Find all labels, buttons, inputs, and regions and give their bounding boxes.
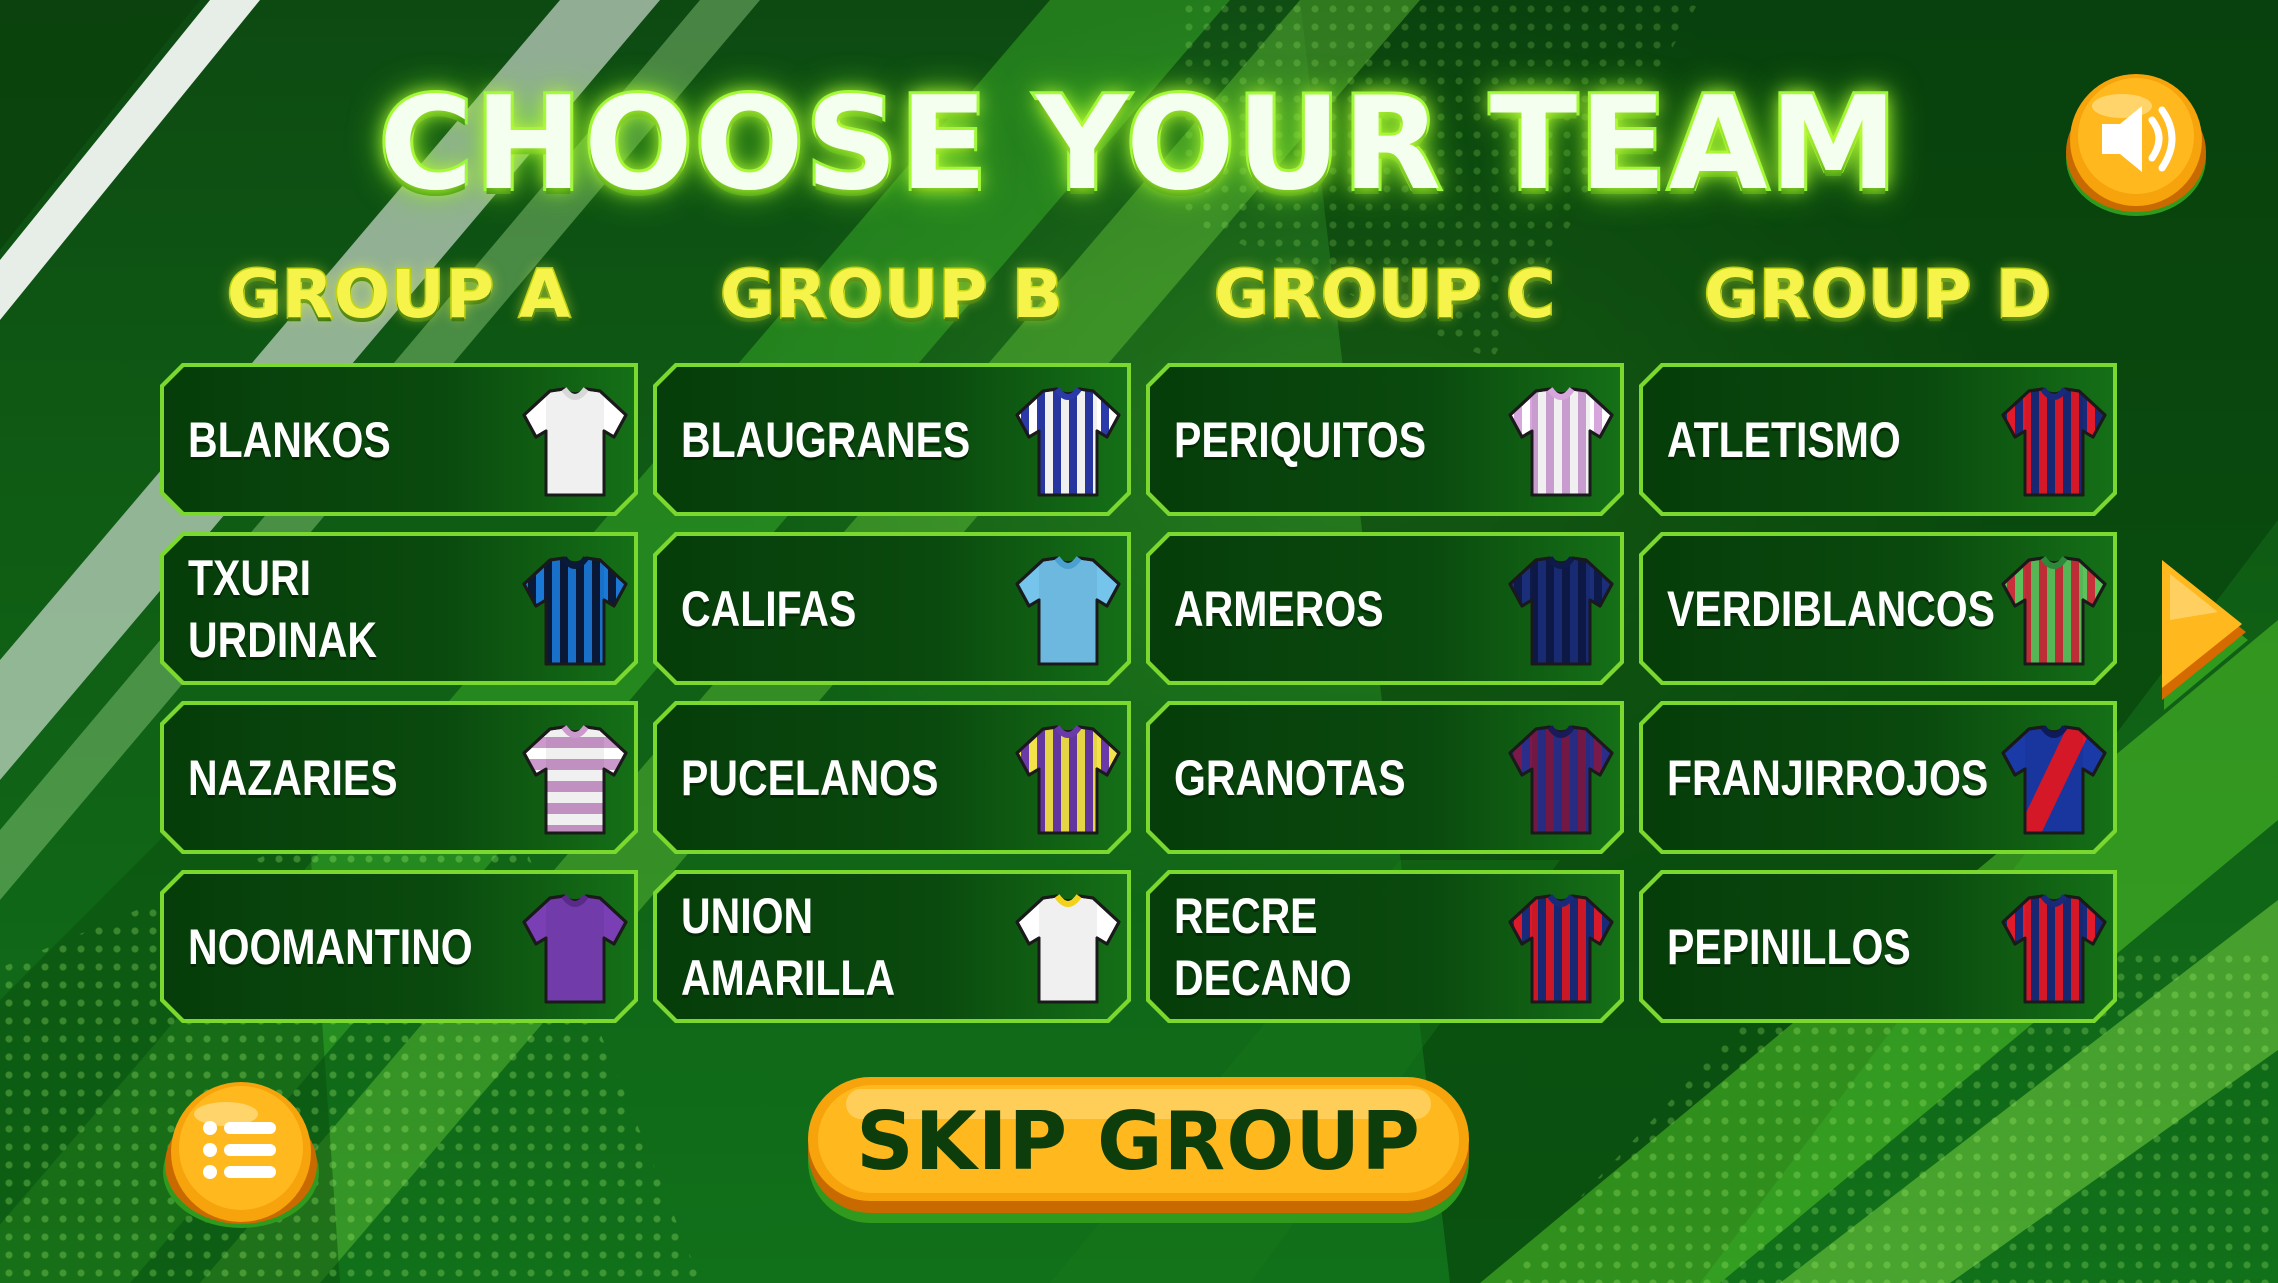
jersey-red-navy-stripes-icon xyxy=(1506,892,1616,1007)
team-name: ARMEROS xyxy=(1174,580,1384,637)
team-card-panel: TXURI URDINAK xyxy=(164,536,634,681)
team-card-panel: ARMEROS xyxy=(1150,536,1620,681)
team-card-panel: FRANJIRROJOS xyxy=(1643,705,2113,850)
team-card[interactable]: TXURI URDINAK xyxy=(160,532,638,685)
team-card-panel: PERIQUITOS xyxy=(1150,367,1620,512)
skip-group-label: SKIP GROUP xyxy=(856,1095,1421,1188)
team-name: NOOMANTINO xyxy=(188,918,473,975)
team-card-panel: BLAUGRANES xyxy=(657,367,1127,512)
team-card-panel: RECRE DECANO xyxy=(1150,874,1620,1019)
team-card-panel: PEPINILLOS xyxy=(1643,874,2113,1019)
jersey-navy-maroon-stripes-icon xyxy=(1506,723,1616,838)
team-card[interactable]: UNION AMARILLA xyxy=(653,870,1131,1023)
team-name: FRANJIRROJOS xyxy=(1667,749,1989,806)
jersey-blue-white-stripes-icon xyxy=(1013,385,1123,500)
team-card-panel: GRANOTAS xyxy=(1150,705,1620,850)
next-page-button[interactable] xyxy=(2158,560,2254,720)
team-card-panel: CALIFAS xyxy=(657,536,1127,681)
team-card[interactable]: CALIFAS xyxy=(653,532,1131,685)
sound-toggle-button[interactable] xyxy=(2062,72,2210,220)
menu-button[interactable] xyxy=(160,1080,322,1230)
team-card[interactable]: GRANOTAS xyxy=(1146,701,1624,854)
team-name: VERDIBLANCOS xyxy=(1667,580,1996,637)
group-a-header: GROUP A xyxy=(225,255,572,335)
jersey-white-yellow-trim-icon xyxy=(1013,892,1123,1007)
next-arrow-icon xyxy=(2162,560,2248,710)
team-card-panel: PUCELANOS xyxy=(657,705,1127,850)
team-name: RECRE DECANO xyxy=(1174,887,1352,1006)
choose-team-screen: CHOOSE YOUR TEAM GROUP A GROUP B GROUP C… xyxy=(0,0,2278,1283)
team-card[interactable]: RECRE DECANO xyxy=(1146,870,1624,1023)
team-name: BLANKOS xyxy=(188,411,391,468)
team-card-panel: NOOMANTINO xyxy=(164,874,634,1019)
team-card[interactable]: PERIQUITOS xyxy=(1146,363,1624,516)
team-card[interactable]: PEPINILLOS xyxy=(1639,870,2117,1023)
group-c-header: GROUP C xyxy=(1213,255,1556,335)
jersey-purple-yellow-stripes-icon xyxy=(1013,723,1123,838)
jersey-blue-black-stripes-icon xyxy=(520,554,630,669)
team-card-panel: VERDIBLANCOS xyxy=(1643,536,2113,681)
jersey-sky-blue-icon xyxy=(1013,554,1123,669)
list-menu-icon xyxy=(163,1082,319,1228)
team-card[interactable]: BLANKOS xyxy=(160,363,638,516)
team-card[interactable]: ATLETISMO xyxy=(1639,363,2117,516)
team-card-panel: BLANKOS xyxy=(164,367,634,512)
jersey-red-navy-stripes-icon xyxy=(1999,892,2109,1007)
team-name: PERIQUITOS xyxy=(1174,411,1427,468)
jersey-red-navy-stripes-icon xyxy=(1999,385,2109,500)
team-name: UNION AMARILLA xyxy=(681,887,896,1006)
jersey-purple-icon xyxy=(520,892,630,1007)
group-b-header: GROUP B xyxy=(719,255,1064,335)
jersey-blue-red-sash-icon xyxy=(1999,723,2109,838)
page-title: CHOOSE YOUR TEAM xyxy=(376,67,1900,222)
team-card[interactable]: PUCELANOS xyxy=(653,701,1131,854)
jersey-white-icon xyxy=(520,385,630,500)
team-name: NAZARIES xyxy=(188,749,398,806)
jersey-green-red-stripes-icon xyxy=(1999,554,2109,669)
skip-group-button[interactable]: SKIP GROUP xyxy=(806,1075,1471,1225)
team-card[interactable]: ARMEROS xyxy=(1146,532,1624,685)
team-name: ATLETISMO xyxy=(1667,411,1901,468)
group-d-header: GROUP D xyxy=(1703,255,2053,335)
team-name: TXURI URDINAK xyxy=(188,549,378,668)
team-card[interactable]: NAZARIES xyxy=(160,701,638,854)
team-name: CALIFAS xyxy=(681,580,857,637)
team-name: PUCELANOS xyxy=(681,749,939,806)
jersey-navy-stripes-icon xyxy=(1506,554,1616,669)
jersey-pink-white-stripes-icon xyxy=(1506,385,1616,500)
team-name: BLAUGRANES xyxy=(681,411,971,468)
team-name: PEPINILLOS xyxy=(1667,918,1911,975)
team-card-panel: ATLETISMO xyxy=(1643,367,2113,512)
team-card[interactable]: BLAUGRANES xyxy=(653,363,1131,516)
team-card[interactable]: VERDIBLANCOS xyxy=(1639,532,2117,685)
team-card-panel: UNION AMARILLA xyxy=(657,874,1127,1019)
team-card-panel: NAZARIES xyxy=(164,705,634,850)
jersey-pink-white-hoops-icon xyxy=(520,723,630,838)
team-name: GRANOTAS xyxy=(1174,749,1406,806)
team-card[interactable]: NOOMANTINO xyxy=(160,870,638,1023)
speaker-icon xyxy=(2066,74,2206,216)
team-card[interactable]: FRANJIRROJOS xyxy=(1639,701,2117,854)
